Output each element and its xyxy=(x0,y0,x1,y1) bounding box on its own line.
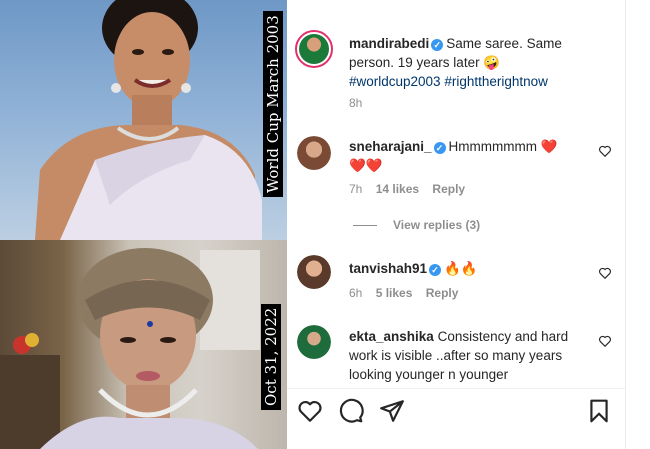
photo-2003 xyxy=(0,0,287,240)
hashtag-worldcup2003[interactable]: #worldcup2003 xyxy=(349,74,441,89)
reply-button[interactable]: Reply xyxy=(426,286,459,300)
woman-2022-illustration xyxy=(0,248,260,449)
comment-text: ekta_anshika Consistency and hard work i… xyxy=(349,327,594,384)
zany-face-emoji: 🤪 xyxy=(483,55,501,70)
comment-meta: 6h 5 likes Reply xyxy=(349,286,468,300)
comment-like-heart-icon[interactable] xyxy=(598,266,612,280)
fire-emoji: 🔥🔥 xyxy=(444,261,478,276)
verified-badge-icon: ✓ xyxy=(433,142,446,154)
comments-panel: mandirabedi ✓ Same saree. Same person. 19 … xyxy=(287,0,625,449)
comment-likes[interactable]: 5 likes xyxy=(376,286,413,300)
comment-text: tanvishah91 ✓ 🔥🔥 xyxy=(349,259,594,278)
woman-2003-illustration xyxy=(35,0,262,240)
share-icon[interactable] xyxy=(379,398,405,424)
comment-username[interactable]: sneharajani_ xyxy=(349,139,432,154)
comment-time: 7h xyxy=(349,182,363,196)
red-heart-emoji: ❤️ xyxy=(540,139,558,154)
comment-like-heart-icon[interactable] xyxy=(598,334,612,348)
avatar-sneharajani[interactable] xyxy=(297,136,331,170)
post-username[interactable]: mandirabedi xyxy=(349,36,429,51)
comment-meta: 7h 14 likes Reply xyxy=(349,182,475,196)
comment-likes[interactable]: 14 likes xyxy=(376,182,419,196)
post-media[interactable]: World Cup March 2003 Oct 31, 2022 xyxy=(0,0,287,449)
post-caption: mandirabedi ✓ Same saree. Same person. 19 … xyxy=(349,34,594,91)
page-scrollbar[interactable] xyxy=(625,0,650,449)
avatar-mandirabedi[interactable] xyxy=(295,30,333,68)
red-hearts-emoji: ❤️❤️ xyxy=(349,158,383,173)
view-replies-button[interactable]: View replies (3) xyxy=(353,218,480,232)
verified-badge-icon: ✓ xyxy=(429,264,442,276)
replies-line xyxy=(353,225,377,226)
like-heart-icon[interactable] xyxy=(297,398,323,424)
caption-oct-2022: Oct 31, 2022 xyxy=(261,303,281,410)
comment-text: sneharajani_ ✓ Hmmmmmmm ❤️ ❤️❤️ xyxy=(349,137,594,175)
comment-username[interactable]: tanvishah91 xyxy=(349,261,427,276)
actions-divider xyxy=(287,388,625,389)
post-time: 8h xyxy=(349,96,363,110)
caption-world-cup-2003: World Cup March 2003 xyxy=(263,11,283,197)
avatar-tanvishah91[interactable] xyxy=(297,255,331,289)
view-replies-label: View replies (3) xyxy=(393,218,481,232)
photo-2022 xyxy=(0,240,287,449)
hashtag-righttherightnow[interactable]: #righttherightnow xyxy=(444,74,548,89)
post-meta: 8h xyxy=(349,96,372,110)
verified-badge-icon: ✓ xyxy=(431,39,444,51)
comment-like-heart-icon[interactable] xyxy=(598,144,612,158)
comment-icon[interactable] xyxy=(338,398,364,424)
avatar-ekta-anshika[interactable] xyxy=(297,325,331,359)
comment-time: 6h xyxy=(349,286,363,300)
bookmark-icon[interactable] xyxy=(586,398,612,424)
comment-username[interactable]: ekta_anshika xyxy=(349,329,434,344)
comment-body: Hmmmmmmm xyxy=(448,139,538,154)
reply-button[interactable]: Reply xyxy=(432,182,465,196)
